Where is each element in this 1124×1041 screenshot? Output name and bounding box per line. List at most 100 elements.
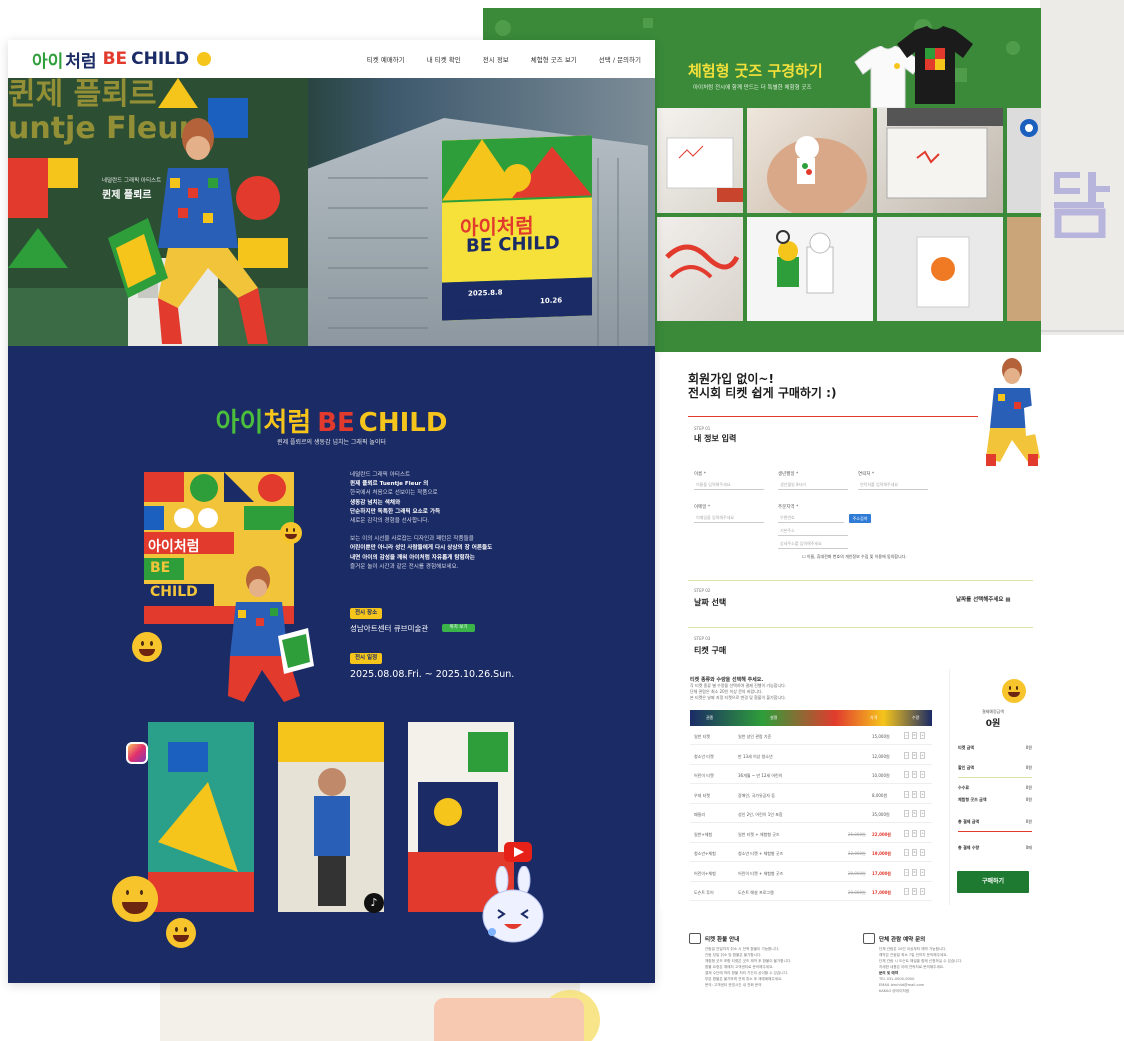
step-heading: 내 정보 입력: [694, 434, 737, 443]
ticket-description: 도슨트 해설 프로그램: [738, 890, 774, 895]
main-site-screenshot: 아이 처럼 BE CHILD 티켓 예매하기 내 티켓 확인 전시 정보 체험형…: [8, 40, 655, 983]
ticket-description: 일반 티켓 + 체험형 굿즈: [738, 831, 780, 837]
nav-item-ticket[interactable]: 티켓 예매하기: [367, 54, 405, 64]
section-divider: [688, 627, 1033, 628]
ticket-price: 15,000원: [872, 734, 890, 739]
ticket-description: 청소년 티켓 + 체험형 굿즈: [738, 851, 784, 856]
name-input[interactable]: 이름을 입력해주세요: [694, 480, 764, 490]
decrease-button[interactable]: −: [904, 751, 909, 759]
table-row: 어린이+체험 어린이 티켓 + 체험형 굿즈 20,000원 17,000원 −0 +: [690, 864, 932, 882]
agree-checkbox[interactable]: ☐ 이름, 휴대전화 번호의 개인정보 수집 및 이용에 동의합니다.: [802, 554, 907, 560]
zipcode-input[interactable]: 우편번호: [778, 513, 844, 523]
ticket-type: 청소년+체험: [694, 851, 716, 856]
buy-button[interactable]: 구매하기: [957, 871, 1029, 893]
step-label: STEP 01: [694, 426, 711, 431]
calendar-icon: ▦: [1005, 597, 1011, 603]
youtube-play-icon: [514, 847, 524, 857]
nav-item-exhibition[interactable]: 전시 정보: [483, 54, 509, 64]
decrease-button[interactable]: −: [904, 888, 909, 895]
ticket-price: 17,000원: [872, 870, 892, 876]
quantity-value: 0: [912, 829, 917, 837]
increase-button[interactable]: +: [920, 888, 925, 895]
background-shape: [434, 998, 584, 1041]
exhibition-date: 2025.08.08.Fri. ~ 2025.10.26.Sun.: [350, 669, 515, 680]
decrease-button[interactable]: −: [904, 849, 909, 856]
exhibition-place: 성남아트센터 큐브미술관: [350, 624, 429, 633]
ticket-description: 성인 2인, 어린이 1인 포함: [738, 812, 783, 817]
background-divider: [1040, 330, 1124, 332]
intro-section: 아이처럼 BE CHILD 퀸제 플뢰르의 생동감 넘치는 그래픽 놀이터 아이처럼…: [8, 346, 655, 983]
artist-cutout-image: [986, 358, 1046, 466]
nav-item-my-ticket[interactable]: 내 티켓 확인: [427, 54, 461, 64]
poster-text: CHILD: [150, 584, 198, 600]
email-input[interactable]: 이메일을 입력해주세요: [694, 513, 764, 523]
decrease-button[interactable]: −: [904, 771, 909, 778]
table-row: 청소년 티켓 만 13세 이상 청소년 12,000원 −0 +: [690, 747, 932, 765]
decrease-button[interactable]: −: [904, 732, 909, 739]
goods-photo: [747, 108, 873, 213]
email-label: 이메일 *: [694, 505, 711, 510]
ticket-description: 만 13세 이상 청소년: [738, 753, 773, 759]
location-button[interactable]: 위치 보기: [442, 624, 475, 632]
address-input[interactable]: 기본주소: [778, 526, 848, 536]
date-picker[interactable]: 날짜를 선택해주세요 ▦: [956, 595, 1011, 603]
address-label: 주문지역 *: [778, 505, 799, 510]
refund-icon: [689, 933, 701, 944]
birth-input[interactable]: 생년월일 8자리: [778, 480, 848, 490]
decrease-button[interactable]: −: [904, 829, 909, 837]
ticket-type: 우대 티켓: [694, 792, 710, 798]
ticket-description: 36개월 ~ 만 12세 어린이: [738, 773, 783, 778]
agree-label: 이름, 휴대전화 번호의 개인정보 수집 및 이용에 동의합니다.: [806, 554, 907, 559]
decrease-button[interactable]: −: [904, 790, 909, 798]
increase-button[interactable]: +: [920, 790, 925, 798]
ticket-description: 어린이 티켓 + 체험형 굿즈: [738, 870, 784, 876]
increase-button[interactable]: +: [920, 810, 925, 817]
increase-button[interactable]: +: [920, 771, 925, 778]
table-row: 일반+체험 일반 티켓 + 체험형 굿즈 25,000원 22,000원 −0 +: [690, 825, 932, 843]
nav-item-contact[interactable]: 선택 / 문의하기: [599, 54, 641, 64]
ticket-notes: 티켓 종류와 수량을 선택해 주세요. 각 티켓 종류 별 수량을 선택하여 결…: [690, 677, 787, 700]
quantity-value: 0: [912, 771, 917, 778]
place-tag: 전시 장소: [350, 608, 383, 619]
table-row: 일반 티켓 일반 성인 관람 기준 15,000원 −0 +: [690, 727, 932, 745]
intro-subtitle: 퀸제 플뢰르의 생동감 넘치는 그래픽 놀이터: [277, 439, 386, 446]
goods-photo: [1007, 217, 1041, 321]
laughing-emoji-icon: [132, 632, 162, 662]
ticket-purchase-screenshot: 회원가입 없이~! 전시회 티켓 쉽게 구매하기 :) STEP 01 내 정보…: [660, 356, 1055, 909]
ticket-price: 35,000원: [872, 812, 890, 817]
section-divider: [688, 580, 1033, 581]
group-icon: [863, 933, 875, 944]
table-row: 패밀리 성인 2인, 어린이 1인 포함 35,000원 −0 +: [690, 805, 932, 823]
date-placeholder: 날짜를 선택해주세요: [956, 597, 1004, 603]
ticket-page-title: 전시회 티켓 쉽게 구매하기 :): [688, 386, 837, 400]
increase-button[interactable]: +: [920, 868, 925, 876]
ticket-type: 어린이 티켓: [694, 773, 714, 778]
address-search-button[interactable]: 주소검색: [849, 514, 871, 523]
decrease-button[interactable]: −: [904, 810, 909, 817]
increase-button[interactable]: +: [920, 732, 925, 739]
ticket-type: 패밀리: [694, 812, 706, 817]
original-price: 22,000원: [848, 851, 866, 856]
quantity-value: 0: [912, 849, 917, 856]
smile-icon: [197, 52, 212, 66]
summary-row: 할인 금액 0원: [958, 765, 1032, 770]
increase-button[interactable]: +: [920, 849, 925, 856]
goods-photo: [747, 217, 873, 321]
name-label: 이름 *: [694, 472, 706, 477]
phone-label: 연락처 *: [858, 472, 875, 477]
nav-item-goods[interactable]: 체험형 굿즈 보기: [531, 54, 577, 64]
increase-button[interactable]: +: [920, 751, 925, 759]
table-row: 어린이 티켓 36개월 ~ 만 12세 어린이 10,000원 −0 +: [690, 766, 932, 784]
ticket-type: 도슨트 투어: [694, 890, 714, 895]
step-heading: 티켓 구매: [694, 646, 727, 655]
poster-text: BE: [150, 560, 171, 576]
phone-input[interactable]: 연락처를 입력해주세요: [858, 480, 928, 490]
decrease-button[interactable]: −: [904, 868, 909, 876]
ticket-price: 19,000원: [872, 851, 892, 856]
goods-photo: [657, 108, 743, 213]
section-divider: [688, 416, 978, 417]
increase-button[interactable]: +: [920, 829, 925, 837]
site-logo[interactable]: 아이 처럼 BE CHILD: [32, 47, 212, 72]
original-price: 20,000원: [848, 870, 866, 876]
address-detail-input[interactable]: 상세주소를 입력해주세요: [778, 539, 848, 549]
